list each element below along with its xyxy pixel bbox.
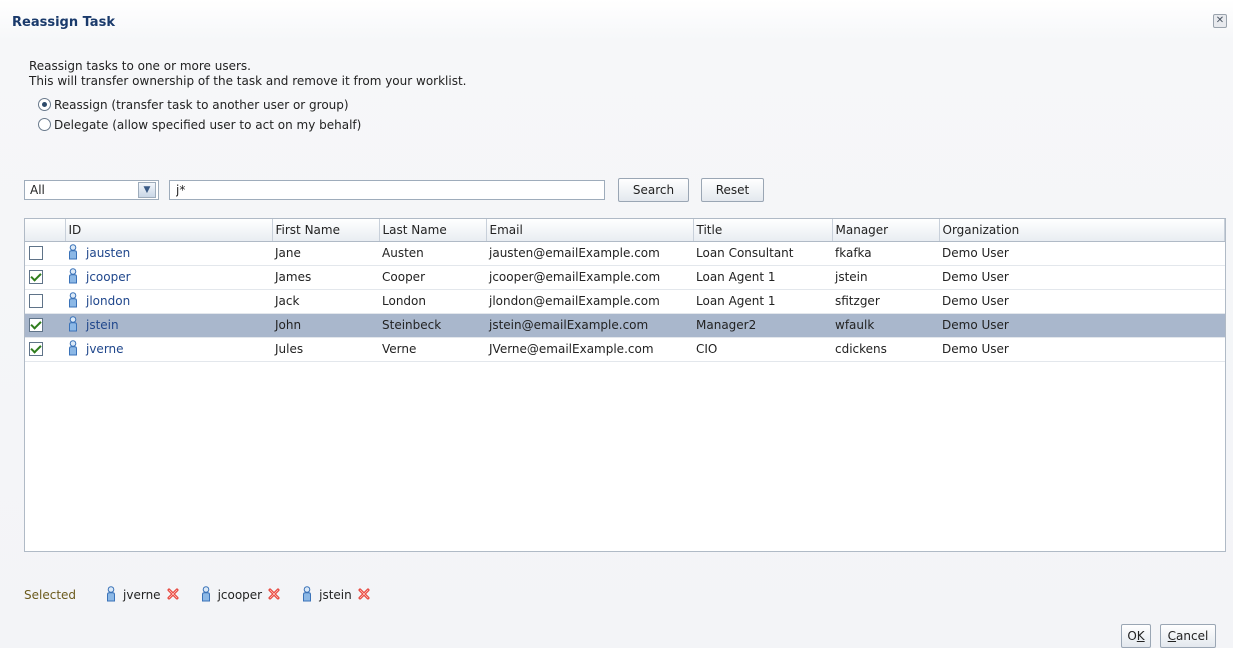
cell-email: jausten@emailExample.com [486,241,693,266]
row-checkbox[interactable] [29,318,43,333]
user-icon [68,267,78,287]
selected-user-chip: jverne [106,585,179,605]
reassign-option[interactable]: Reassign (transfer task to another user … [38,96,349,113]
user-table-frame: ID First Name Last Name Email Title Mana… [24,218,1226,552]
row-checkbox[interactable] [29,294,43,309]
row-checkbox[interactable] [29,270,43,285]
table-row[interactable]: jcooper James Cooper jcooper@emailExampl… [25,265,1225,290]
selected-user-name: jverne [123,588,161,602]
cell-first-name: Jules [272,337,379,362]
reassign-label: Reassign (transfer task to another user … [54,97,349,112]
table-row[interactable]: jausten Jane Austen jausten@emailExample… [25,241,1225,266]
table-row[interactable]: jstein John Steinbeck jstein@emailExampl… [25,313,1225,338]
filter-select-value: All [30,183,45,197]
cell-manager: sfitzger [832,289,939,314]
table-row[interactable]: jlondon Jack London jlondon@emailExample… [25,289,1225,314]
delegate-option[interactable]: Delegate (allow specified user to act on… [38,116,361,133]
chevron-down-icon[interactable]: ▼ [138,182,156,198]
cell-first-name: James [272,265,379,290]
user-id-link[interactable]: jcooper [86,270,131,284]
selected-label: Selected [24,588,77,602]
dialog-title: Reassign Task [12,15,115,30]
cell-title: Manager2 [693,313,832,338]
delegate-label: Delegate (allow specified user to act on… [54,117,362,132]
header-id[interactable]: ID [65,219,273,242]
cell-manager: cdickens [832,337,939,362]
cell-organization: Demo User [939,241,1225,266]
cell-organization: Demo User [939,289,1225,314]
remove-icon[interactable] [268,588,280,603]
user-icon [68,291,78,311]
title-bar: Reassign Task ✕ [0,0,1233,44]
row-checkbox[interactable] [29,342,43,357]
search-button[interactable]: Search [618,178,689,202]
cell-title: Loan Agent 1 [693,265,832,290]
header-organization[interactable]: Organization [939,219,1225,242]
close-icon[interactable]: ✕ [1213,14,1227,28]
cell-organization: Demo User [939,265,1225,290]
reassign-task-dialog: Reassign Task ✕ Reassign tasks to one or… [0,0,1233,648]
description: Reassign tasks to one or more users. Thi… [29,59,466,89]
header-title[interactable]: Title [693,219,833,242]
cell-last-name: London [379,289,486,314]
cell-email: JVerne@emailExample.com [486,337,693,362]
user-id-link[interactable]: jverne [86,342,124,356]
header-manager[interactable]: Manager [832,219,940,242]
cell-first-name: Jack [272,289,379,314]
cell-organization: Demo User [939,337,1225,362]
user-icon [68,243,78,263]
user-icon [106,585,116,605]
user-icon [201,585,211,605]
selected-user-chip: jcooper [201,585,281,605]
table-header-row: ID First Name Last Name Email Title Mana… [25,219,1225,242]
remove-icon[interactable] [167,588,179,603]
reset-button[interactable]: Reset [701,178,764,202]
selected-user-chip: jstein [302,585,370,605]
delegate-radio[interactable] [38,118,51,131]
cell-last-name: Austen [379,241,486,266]
selected-user-name: jcooper [217,588,263,602]
user-icon [68,339,78,359]
cell-last-name: Cooper [379,265,486,290]
cell-last-name: Steinbeck [379,313,486,338]
row-checkbox[interactable] [29,246,43,261]
ok-button[interactable]: OK [1121,624,1151,648]
cell-title: CIO [693,337,832,362]
cell-manager: wfaulk [832,313,939,338]
reassign-radio[interactable] [38,98,51,111]
header-last-name[interactable]: Last Name [379,219,487,242]
cell-email: jlondon@emailExample.com [486,289,693,314]
cell-first-name: John [272,313,379,338]
filter-select[interactable]: All ▼ [24,180,159,200]
cell-organization: Demo User [939,313,1225,338]
user-id-link[interactable]: jstein [86,318,119,332]
user-icon [68,315,78,335]
description-line-2: This will transfer ownership of the task… [29,74,467,88]
selected-users-bar: Selected jverne jcooper jstein [24,585,392,605]
cell-manager: jstein [832,265,939,290]
table-row[interactable]: jverne Jules Verne JVerne@emailExample.c… [25,337,1225,362]
remove-icon[interactable] [358,588,370,603]
user-id-link[interactable]: jausten [86,246,130,260]
description-line-1: Reassign tasks to one or more users. [29,59,251,73]
cell-title: Loan Consultant [693,241,832,266]
cell-first-name: Jane [272,241,379,266]
cancel-button[interactable]: Cancel [1160,624,1216,648]
cell-last-name: Verne [379,337,486,362]
cell-email: jcooper@emailExample.com [486,265,693,290]
header-first-name[interactable]: First Name [272,219,380,242]
selected-user-name: jstein [319,588,352,602]
cell-email: jstein@emailExample.com [486,313,693,338]
search-input[interactable] [169,180,605,200]
cell-manager: fkafka [832,241,939,266]
user-id-link[interactable]: jlondon [86,294,130,308]
cell-title: Loan Agent 1 [693,289,832,314]
header-select [25,219,66,242]
user-icon [302,585,312,605]
header-email[interactable]: Email [486,219,694,242]
user-table: ID First Name Last Name Email Title Mana… [25,219,1225,362]
